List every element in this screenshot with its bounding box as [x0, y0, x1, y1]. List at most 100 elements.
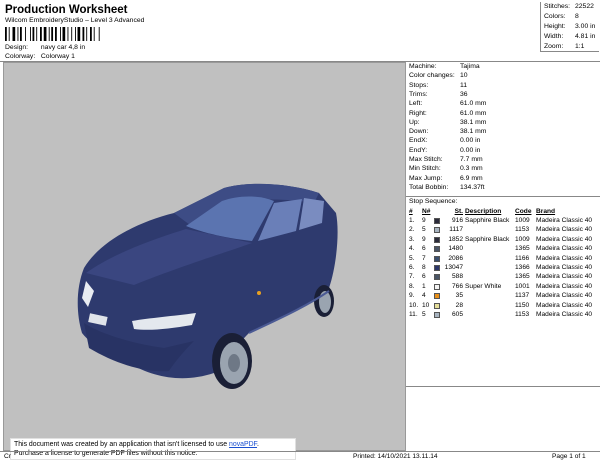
license-notice: This document was created by an applicat…	[10, 438, 296, 460]
color-swatch	[434, 246, 440, 253]
stitch-count: 1117	[449, 226, 463, 234]
design-preview	[3, 62, 406, 451]
header-description: Description	[465, 208, 502, 215]
info-value: 38.1 mm	[460, 128, 487, 136]
barcode-bar	[51, 27, 54, 41]
info-value: 11	[460, 81, 468, 89]
stat-stitches: Stitches: 22522	[544, 3, 594, 10]
info-row-trims: Trims: 36	[409, 91, 468, 98]
thread-brand: Madeira Classic 40	[536, 254, 593, 262]
needle-number: 5	[422, 311, 426, 318]
stitch-count: 35	[455, 292, 463, 300]
barcode-bar	[5, 27, 7, 41]
thread-brand: Madeira Classic 40	[536, 273, 593, 281]
stitch-count: 605	[451, 311, 463, 318]
info-row-endy: EndY: 0.00 in	[409, 147, 480, 154]
thread-code: 1137	[515, 292, 530, 300]
stop-index: 3.	[409, 235, 415, 243]
barcode-bar	[60, 27, 61, 41]
info-value: 134.37ft	[460, 183, 485, 191]
color-swatch	[434, 274, 440, 281]
footer-divider	[0, 451, 600, 452]
thread-brand: Madeira Classic 40	[536, 311, 593, 318]
stitch-count: 1480	[448, 245, 463, 253]
info-value: 7.7 mm	[460, 156, 483, 163]
info-label: Left:	[409, 100, 423, 108]
barcode-bar	[17, 27, 19, 41]
info-row-colorchanges: Color changes: 10	[409, 72, 468, 79]
info-label: Max Jump:	[409, 174, 443, 182]
stop-sequence-label: Stop Sequence:	[409, 198, 458, 205]
info-label: Up:	[409, 118, 420, 126]
stitch-count: 28	[455, 301, 463, 309]
color-swatch	[434, 302, 440, 309]
printed-timestamp: Printed: 14/10/2021 13.11.14	[353, 453, 438, 460]
design-row: Design: navy car 4,8 in	[5, 44, 85, 51]
thread-description: Super White	[465, 282, 502, 290]
stitch-count: 13047	[444, 264, 463, 271]
needle-number: 10	[422, 301, 430, 309]
color-swatch	[434, 227, 440, 234]
needle-number: 6	[422, 273, 426, 281]
stitch-count: 588	[451, 273, 463, 281]
thread-description: Sapphire Black	[465, 217, 510, 224]
info-row-totalbobbin: Total Bobbin: 134.37ft	[409, 184, 485, 191]
stop-index: 11.	[409, 311, 418, 318]
software-name: Wilcom EmbroideryStudio – Level 3 Advanc…	[5, 17, 145, 24]
needle-number: 9	[422, 217, 426, 224]
info-row-left: Left: 61.0 mm	[409, 100, 486, 107]
thread-brand: Madeira Classic 40	[536, 292, 593, 300]
info-label: EndX:	[409, 137, 428, 145]
info-value: 0.00 in	[460, 146, 481, 154]
barcode-bar	[77, 27, 81, 41]
info-value: 0.3 mm	[460, 165, 483, 173]
thread-code: 1153	[515, 226, 530, 234]
info-label: Min Stitch:	[409, 165, 441, 173]
header-stitches: St.	[454, 208, 463, 215]
car-embroidery-image	[77, 183, 338, 389]
design-label: Design:	[5, 44, 29, 51]
info-row-machine: Machine: Tajima	[409, 63, 480, 70]
info-label: Right:	[409, 109, 427, 117]
info-row-down: Down: 38.1 mm	[409, 128, 486, 135]
thread-code: 1009	[515, 235, 530, 243]
info-label: Machine:	[409, 63, 437, 70]
thread-code: 1009	[515, 217, 530, 224]
info-divider	[406, 196, 600, 197]
thread-code: 1001	[515, 282, 530, 290]
novapdf-link[interactable]: novaPDF	[229, 441, 257, 448]
needle-number: 4	[422, 292, 426, 300]
thread-description: Sapphire Black	[465, 235, 510, 243]
colorway-value: Colorway 1	[40, 53, 75, 60]
thread-code: 1150	[515, 301, 530, 309]
colorway-label: Colorway:	[5, 53, 36, 60]
footer-left-text: Cr	[4, 453, 11, 460]
stitch-count: 766	[451, 282, 463, 290]
barcode-bar	[40, 27, 42, 41]
color-swatch	[434, 218, 440, 224]
color-swatch	[434, 236, 440, 243]
info-value: 6.9 mm	[460, 174, 483, 182]
barcode-bar	[67, 27, 69, 41]
thread-code: 1365	[515, 245, 530, 253]
barcode-bar	[32, 27, 35, 41]
info-row-endx: EndX: 0.00 in	[409, 137, 480, 144]
barcode-bar	[71, 27, 73, 41]
thread-code: 1166	[515, 254, 530, 262]
needle-number: 9	[422, 235, 426, 243]
stats-box: Stitches: 22522 Colors: 8 Height: 3.00 in W…	[540, 2, 599, 52]
barcode-bar	[98, 27, 100, 41]
barcode-bar	[90, 27, 92, 41]
barcode	[5, 27, 100, 41]
stop-index: 5.	[409, 254, 415, 262]
page-number: Page 1 of 1	[552, 453, 586, 460]
stop-index: 1.	[409, 217, 415, 224]
info-label: Total Bobbin:	[409, 183, 449, 191]
color-swatch	[434, 265, 440, 271]
info-row-maxjump: Max Jump: 6.9 mm	[409, 175, 483, 182]
info-label: Color changes:	[409, 72, 455, 80]
barcode-bar	[43, 27, 47, 41]
needle-number: 6	[422, 245, 426, 253]
color-swatch	[434, 293, 440, 300]
info-value: 61.0 mm	[460, 109, 487, 117]
